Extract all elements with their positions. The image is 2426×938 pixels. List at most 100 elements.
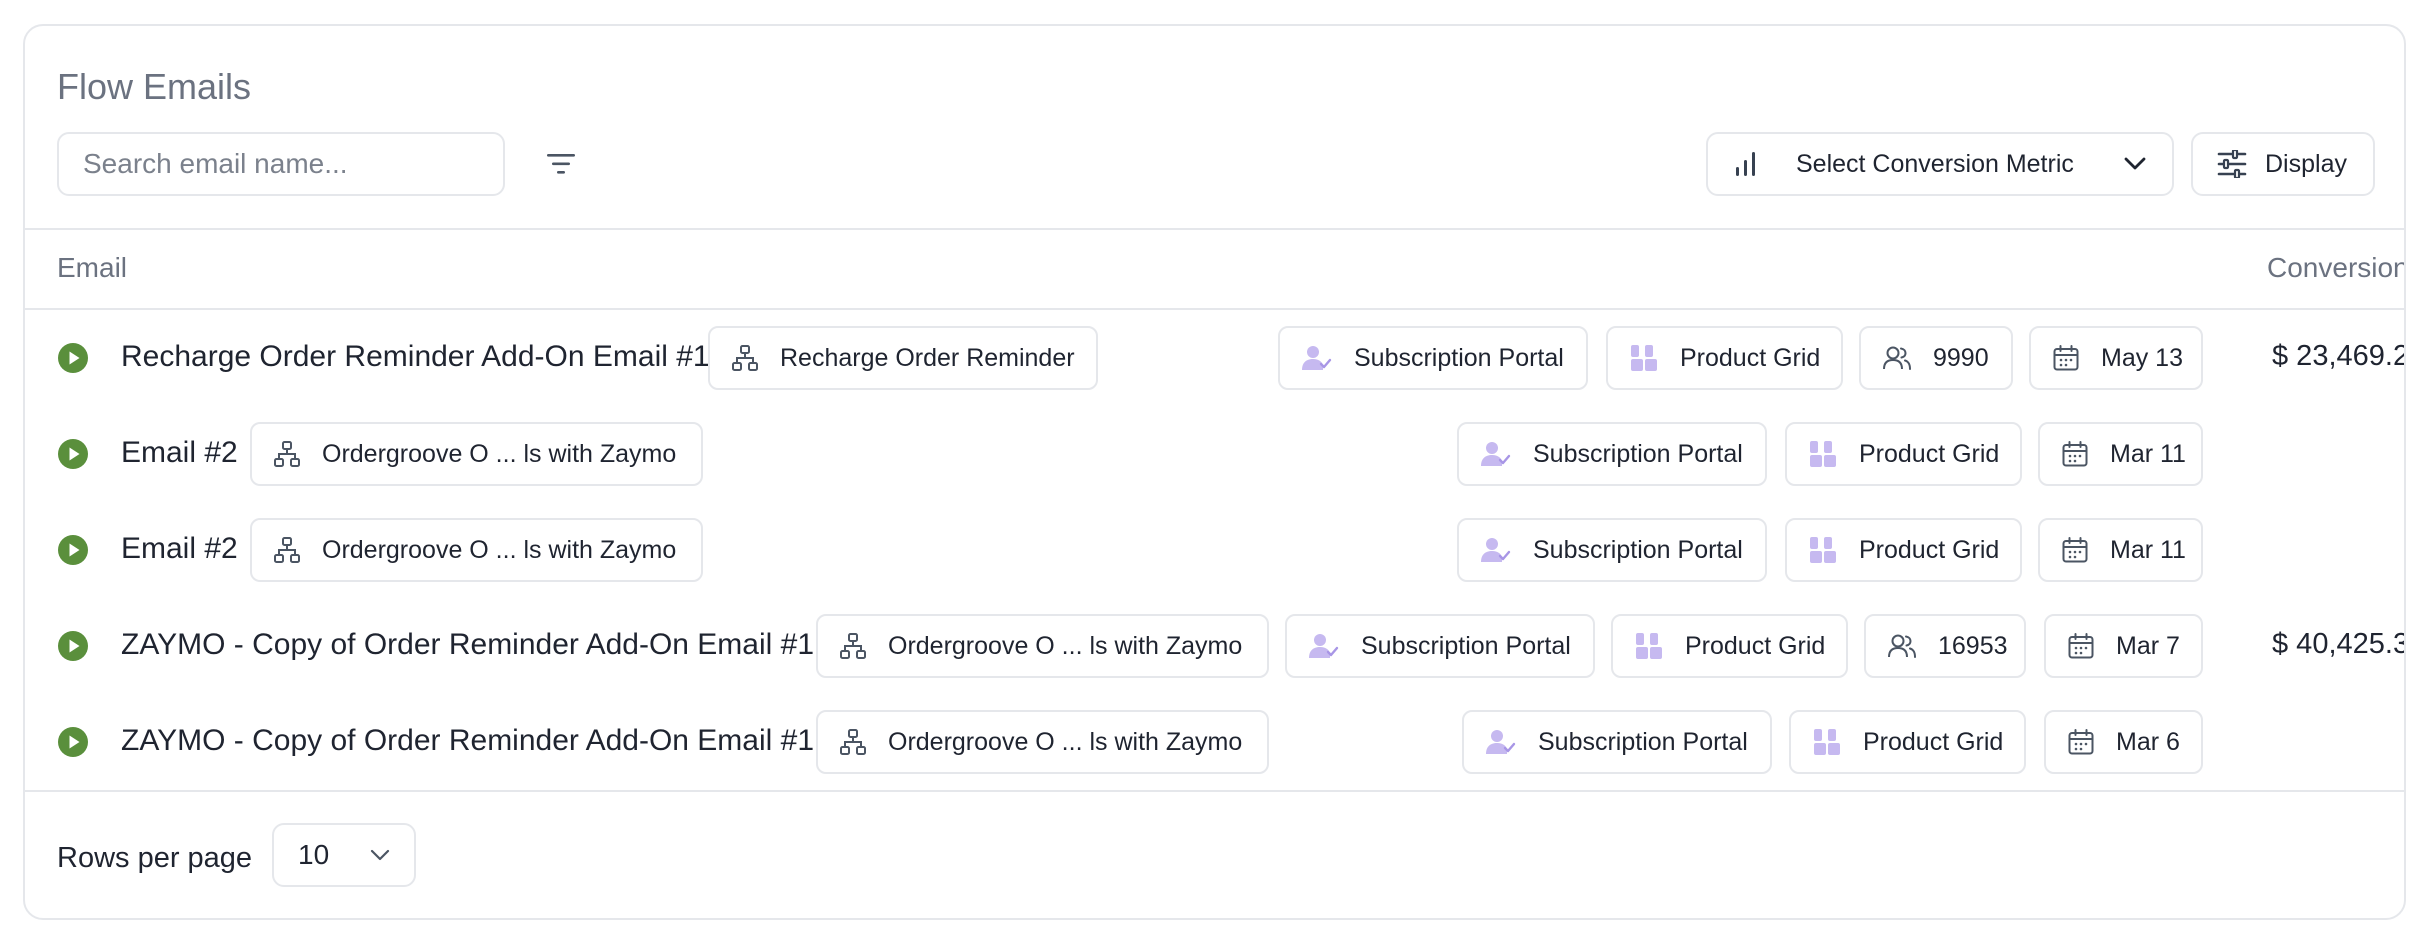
recipients-chip[interactable]: 9990 [1859,326,2013,390]
date-label: May 13 [2101,343,2183,372]
grid-label: Product Grid [1863,727,2004,756]
play-circle-icon[interactable] [57,342,89,374]
table-row[interactable]: Email #2 Ordergroove O ... ls with Zaymo… [25,406,2404,502]
column-header-email: Email [57,252,128,283]
select-conversion-metric-button[interactable]: Select Conversion Metric [1706,132,2174,196]
flow-chip[interactable]: Ordergroove O ... ls with Zaymo [250,518,703,582]
email-name[interactable]: Email #2 [121,532,238,566]
search-input[interactable] [57,132,505,196]
play-circle-icon[interactable] [57,726,89,758]
product-grid-icon [1636,633,1662,659]
date-chip[interactable]: May 13 [2029,326,2203,390]
date-chip[interactable]: Mar 11 [2038,518,2203,582]
portal-chip[interactable]: Subscription Portal [1462,710,1772,774]
users-icon [1883,346,1911,370]
conversion-value: $ 40,425.3 [2272,628,2406,660]
filter-icon [547,154,575,174]
portal-label: Subscription Portal [1538,727,1748,756]
rows-per-page-select[interactable]: 10 [272,823,416,887]
recipients-count: 9990 [1933,343,1989,372]
product-grid-chip[interactable]: Product Grid [1785,422,2022,486]
email-name[interactable]: ZAYMO - Copy of Order Reminder Add-On Em… [121,628,814,662]
user-check-icon [1481,442,1511,466]
portal-chip[interactable]: Subscription Portal [1457,422,1767,486]
flow-chip[interactable]: Ordergroove O ... ls with Zaymo [816,710,1269,774]
flow-emails-card: Flow Emails Select Conversion Metric Di [23,24,2406,920]
play-circle-icon[interactable] [57,534,89,566]
calendar-icon [2062,537,2088,563]
flow-tree-icon [840,633,866,659]
date-chip[interactable]: Mar 6 [2044,710,2203,774]
portal-label: Subscription Portal [1533,535,1743,564]
table-row[interactable]: Recharge Order Reminder Add-On Email #1 … [25,310,2404,406]
date-chip[interactable]: Mar 7 [2044,614,2203,678]
product-grid-chip[interactable]: Product Grid [1606,326,1843,390]
calendar-icon [2053,345,2079,371]
date-label: Mar 7 [2116,631,2180,660]
email-name[interactable]: Email #2 [121,436,238,470]
display-label: Display [2265,149,2347,178]
flow-tree-icon [274,537,300,563]
flow-chip[interactable]: Ordergroove O ... ls with Zaymo [816,614,1269,678]
flow-name: Ordergroove O ... ls with Zaymo [888,727,1243,756]
product-grid-chip[interactable]: Product Grid [1789,710,2026,774]
divider [25,790,2404,792]
grid-label: Product Grid [1685,631,1826,660]
flow-chip[interactable]: Recharge Order Reminder [708,326,1098,390]
chevron-down-icon [2124,157,2146,170]
flow-tree-icon [274,441,300,467]
flow-chip[interactable]: Ordergroove O ... ls with Zaymo [250,422,703,486]
rows-per-page-label: Rows per page [57,842,253,874]
conversion-value: $ 23,469.2 [2272,340,2406,372]
table-row[interactable]: ZAYMO - Copy of Order Reminder Add-On Em… [25,598,2404,694]
column-header-conversion: Conversion [2267,252,2406,283]
flow-name: Ordergroove O ... ls with Zaymo [322,535,677,564]
portal-label: Subscription Portal [1354,343,1564,372]
email-name[interactable]: Recharge Order Reminder Add-On Email #1 [121,340,710,374]
users-icon [1888,634,1916,658]
product-grid-chip[interactable]: Product Grid [1785,518,2022,582]
portal-label: Subscription Portal [1361,631,1571,660]
product-grid-icon [1810,537,1836,563]
grid-label: Product Grid [1680,343,1821,372]
calendar-icon [2062,441,2088,467]
divider [25,228,2404,230]
product-grid-icon [1631,345,1657,371]
table-row[interactable]: Email #2 Ordergroove O ... ls with Zaymo… [25,502,2404,598]
portal-chip[interactable]: Subscription Portal [1278,326,1588,390]
rows-per-page-value: 10 [298,839,330,870]
flow-name: Ordergroove O ... ls with Zaymo [322,439,677,468]
sliders-icon [2217,150,2247,178]
bar-chart-icon [1736,152,1755,176]
play-circle-icon[interactable] [57,630,89,662]
display-button[interactable]: Display [2191,132,2375,196]
portal-label: Subscription Portal [1533,439,1743,468]
flow-name: Recharge Order Reminder [780,343,1075,372]
portal-chip[interactable]: Subscription Portal [1285,614,1595,678]
product-grid-chip[interactable]: Product Grid [1611,614,1848,678]
email-name[interactable]: ZAYMO - Copy of Order Reminder Add-On Em… [121,724,814,758]
recipients-count: 16953 [1938,631,2008,660]
date-label: Mar 11 [2110,439,2186,468]
calendar-icon [2068,633,2094,659]
filter-button[interactable] [541,144,581,184]
date-label: Mar 11 [2110,535,2186,564]
table-row[interactable]: ZAYMO - Copy of Order Reminder Add-On Em… [25,694,2404,790]
recipients-chip[interactable]: 16953 [1864,614,2026,678]
page-title: Flow Emails [57,66,252,107]
play-circle-icon[interactable] [57,438,89,470]
user-check-icon [1486,730,1516,754]
metric-label: Select Conversion Metric [1796,149,2074,178]
grid-label: Product Grid [1859,439,2000,468]
product-grid-icon [1810,441,1836,467]
user-check-icon [1309,634,1339,658]
date-label: Mar 6 [2116,727,2180,756]
user-check-icon [1302,346,1332,370]
calendar-icon [2068,729,2094,755]
date-chip[interactable]: Mar 11 [2038,422,2203,486]
user-check-icon [1481,538,1511,562]
flow-tree-icon [732,345,758,371]
product-grid-icon [1814,729,1840,755]
chevron-down-icon [370,849,390,861]
portal-chip[interactable]: Subscription Portal [1457,518,1767,582]
